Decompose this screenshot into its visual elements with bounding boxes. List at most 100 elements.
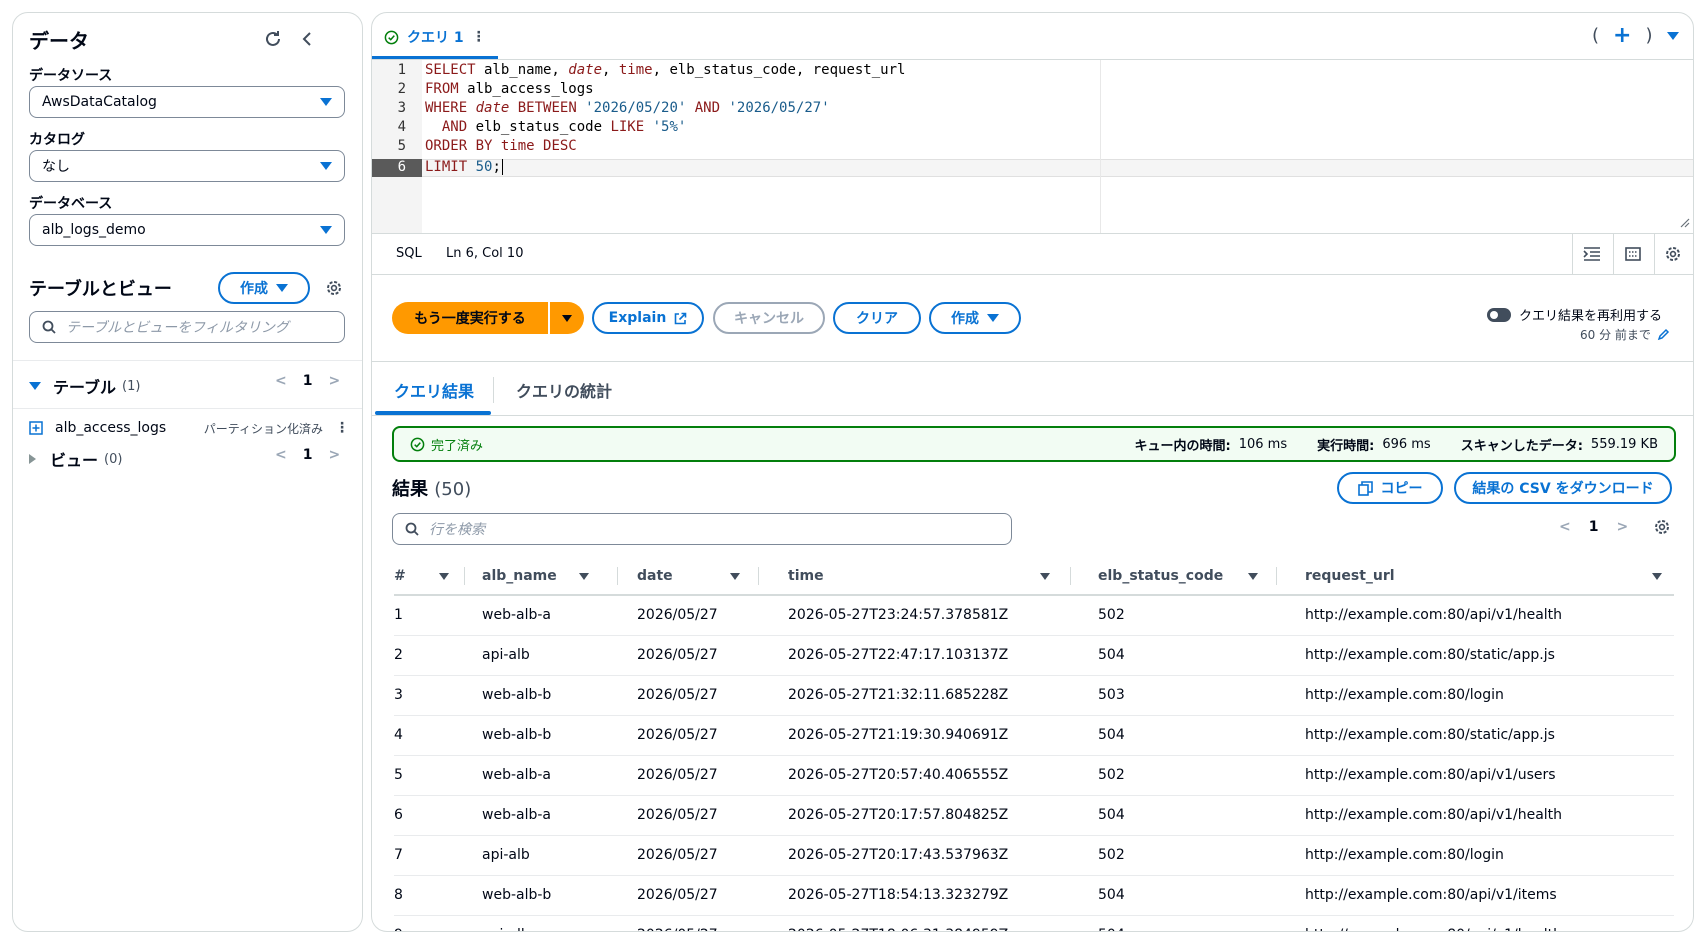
line-number: 6 [397,159,406,175]
clear-button[interactable]: クリア [833,302,921,334]
sort-icon[interactable] [1248,573,1258,580]
line-number: 4 [397,119,406,135]
prev-page-icon[interactable]: < [275,447,287,463]
table-row[interactable]: 4 web-alb-b 2026/05/27 2026-05-27T21:19:30.… [394,716,1674,756]
table-cell: http://example.com:80/api/v1/health [1305,807,1563,823]
caret-right-icon [29,454,36,464]
add-tab-icon[interactable]: + [1613,23,1631,48]
page-number[interactable]: 1 [1589,519,1599,535]
gear-icon[interactable] [1651,516,1673,538]
gear-icon[interactable] [1661,243,1685,265]
database-select[interactable]: alb_logs_demo [29,214,345,246]
prev-page-icon[interactable]: < [1559,519,1571,535]
resize-handle-icon[interactable] [1678,216,1690,228]
table-filter-input[interactable]: テーブルとビューをフィルタリング [29,311,345,343]
table-cell: 2026-05-27T20:57:40.406555Z [788,767,1009,783]
tab-query-results[interactable]: クエリ結果 [394,378,474,402]
catalog-select[interactable]: なし [29,150,345,182]
tables-section-toggle[interactable]: テーブル (1) [29,374,140,398]
download-csv-button[interactable]: 結果の CSV をダウンロード [1454,472,1672,504]
code-line: FROM alb_access_logs [425,81,594,97]
results-table: # alb_name date time elb_status_code req… [394,556,1693,931]
run-again-button[interactable]: もう一度実行する [392,302,548,334]
sort-icon[interactable] [439,573,449,580]
explain-button[interactable]: Explain [592,302,704,334]
table-cell: 6 [394,807,403,823]
partitioned-badge: パーティション化済み [203,421,323,436]
table-row[interactable]: 9 api-alb 2026/05/27 2026-05-27T18:06:31.38… [394,916,1674,931]
caret-down-icon[interactable] [1666,31,1679,40]
reuse-results-toggle[interactable]: クエリ結果を再利用する [1487,305,1662,324]
table-cell: http://example.com:80/api/v1/users [1305,767,1556,783]
keyboard-icon[interactable] [1621,243,1645,265]
table-item[interactable]: alb_access_logs パーティション化済み ⋮ [29,412,349,444]
collapse-panel-icon[interactable] [296,28,318,50]
more-actions-icon[interactable]: ⋮ [335,420,349,436]
sort-icon[interactable] [730,573,740,580]
page-number[interactable]: 1 [303,373,313,389]
table-cell: http://example.com:80/api/v1/health [1305,607,1563,623]
cancel-button[interactable]: キャンセル [713,302,825,334]
edit-pencil-icon[interactable] [1657,328,1670,341]
table-cell: http://example.com:80/api/v1/health [1305,927,1562,931]
expand-plus-icon[interactable] [29,421,43,435]
search-placeholder: 行を検索 [429,522,485,538]
column-header-request-url[interactable]: request_url [1305,556,1395,596]
row-search-input[interactable]: 行を検索 [392,513,1012,545]
tab-query-1[interactable]: クエリ 1 ⋮ [384,27,486,47]
copy-label: コピー [1380,481,1423,497]
table-cell: 2026/05/27 [637,927,718,931]
sort-icon[interactable] [1040,573,1050,580]
next-page-icon[interactable]: > [328,373,340,389]
table-cell: 2026/05/27 [637,847,718,863]
table-cell: 2026/05/27 [637,807,718,823]
toggle-switch[interactable] [1487,307,1511,322]
table-cell: http://example.com:80/static/app.js [1305,727,1555,743]
reuse-label: クエリ結果を再利用する [1519,309,1663,324]
table-row[interactable]: 5 web-alb-a 2026/05/27 2026-05-27T20:57:40.… [394,756,1674,796]
table-row[interactable]: 7 api-alb 2026/05/27 2026-05-27T20:17:43.53… [394,836,1674,876]
table-row[interactable]: 2 api-alb 2026/05/27 2026-05-27T22:47:17.10… [394,636,1674,676]
next-page-icon[interactable]: > [1616,519,1628,535]
gear-icon[interactable] [323,277,345,299]
create-button[interactable]: 作成 [929,302,1021,334]
external-link-icon [675,312,687,324]
explain-label: Explain [608,310,667,326]
caret-down-icon [276,284,288,292]
tab-menu-icon[interactable]: ⋮ [472,29,486,45]
create-table-button[interactable]: 作成 [218,272,310,304]
views-pagination: < 1 > [275,447,340,463]
prev-page-icon[interactable]: < [275,373,287,389]
table-cell: 504 [1098,807,1125,823]
sql-editor[interactable]: 1 2 3 4 5 6 SELECT alb_name, date, time,… [372,60,1693,233]
create-label: 作成 [240,281,268,297]
views-section-toggle[interactable]: ビュー (0) [29,447,122,471]
page-number[interactable]: 1 [303,447,313,463]
format-icon[interactable] [1580,243,1604,265]
copy-button[interactable]: コピー [1337,472,1443,504]
line-number: 3 [397,100,406,116]
sort-icon[interactable] [1652,573,1662,580]
column-header-alb-name[interactable]: alb_name [482,556,557,596]
code-line: WHERE date BETWEEN '2026/05/20' AND '202… [425,100,830,116]
refresh-icon[interactable] [262,28,284,50]
next-page-icon[interactable]: > [328,447,340,463]
column-header-elb-status-code[interactable]: elb_status_code [1098,556,1223,596]
table-cell: 2026-05-27T18:54:13.323279Z [788,887,1009,903]
scan-label: スキャンしたデータ: [1460,438,1583,454]
column-header-index[interactable]: # [394,556,406,596]
tab-actions: ( + ) [1592,23,1679,48]
table-row[interactable]: 3 web-alb-b 2026/05/27 2026-05-27T21:32:11.… [394,676,1674,716]
table-row[interactable]: 8 web-alb-b 2026/05/27 2026-05-27T18:54:13.… [394,876,1674,916]
scroll-right-icon[interactable]: ) [1645,25,1652,46]
table-row[interactable]: 1 web-alb-a 2026/05/27 2026-05-27T23:24:57.… [394,596,1674,636]
column-header-time[interactable]: time [788,556,824,596]
scroll-left-icon[interactable]: ( [1592,25,1599,46]
run-options-button[interactable] [550,302,584,334]
tab-query-stats[interactable]: クエリの統計 [516,378,612,402]
datasource-select[interactable]: AwsDataCatalog [29,86,345,118]
code-line: LIMIT 50; [425,159,503,175]
column-header-date[interactable]: date [637,556,673,596]
table-row[interactable]: 6 web-alb-a 2026/05/27 2026-05-27T20:17:57.… [394,796,1674,836]
sort-icon[interactable] [579,573,589,580]
